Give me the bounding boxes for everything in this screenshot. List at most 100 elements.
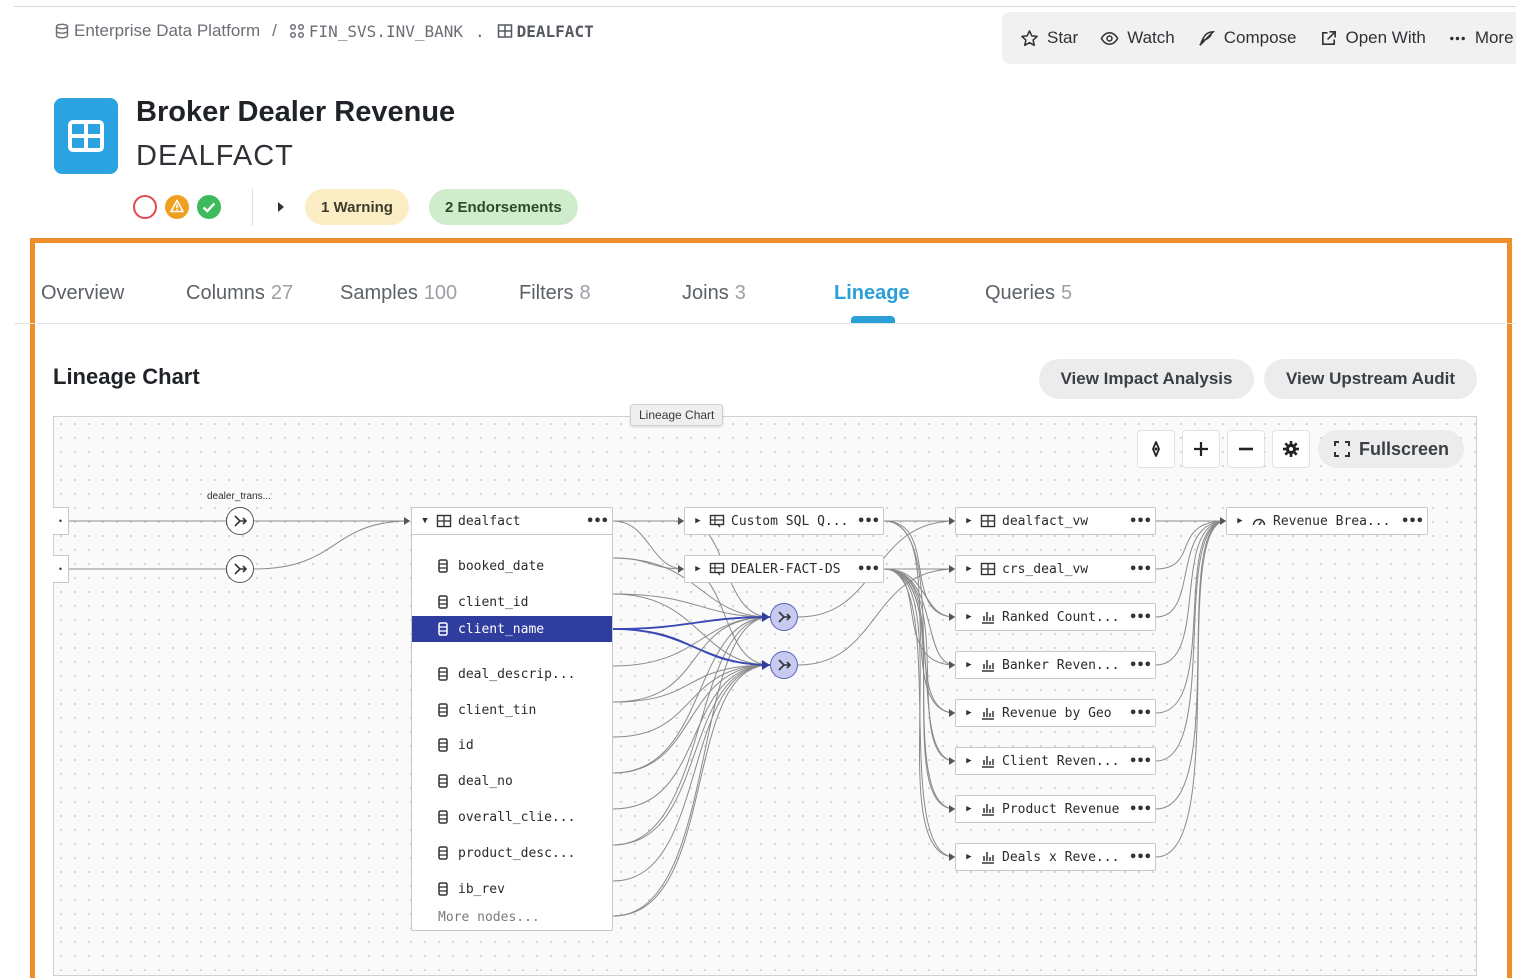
tab-joins[interactable]: Joins 3 bbox=[682, 282, 746, 305]
highlighted-transform-node[interactable] bbox=[770, 603, 798, 631]
node-menu-icon[interactable]: ••• bbox=[1125, 514, 1155, 529]
node-menu-icon[interactable]: ••• bbox=[1125, 706, 1155, 721]
tab-lineage[interactable]: Lineage bbox=[834, 282, 910, 305]
caret-right-icon[interactable]: ▶ bbox=[962, 708, 976, 718]
tab-columns[interactable]: Columns 27 bbox=[186, 282, 293, 305]
zoom-in-button[interactable] bbox=[1182, 430, 1220, 468]
upstream-node-stub[interactable]: • bbox=[53, 555, 69, 583]
column-row[interactable]: ib_rev bbox=[412, 876, 612, 902]
downstream-chart-node[interactable]: ▶ Ranked Count... ••• bbox=[955, 603, 1156, 631]
tab-samples[interactable]: Samples 100 bbox=[340, 282, 457, 305]
active-tab-indicator bbox=[851, 316, 895, 323]
node-label: crs_deal_vw bbox=[1002, 561, 1089, 577]
column-row[interactable]: client_tin bbox=[412, 697, 612, 723]
page-title: Broker Dealer Revenue bbox=[136, 96, 456, 128]
node-menu-icon[interactable]: ••• bbox=[853, 562, 883, 577]
node-menu-icon[interactable]: ••• bbox=[1125, 658, 1155, 673]
breadcrumb-schema[interactable]: FIN_SVS.INV_BANK bbox=[289, 22, 463, 41]
datasource-icon bbox=[709, 562, 725, 576]
node-menu-icon[interactable]: ••• bbox=[853, 514, 883, 529]
caret-right-icon[interactable]: ▶ bbox=[962, 660, 976, 670]
downstream-chart-node[interactable]: ▶ Banker Reven... ••• bbox=[955, 651, 1156, 679]
warning-status-icon[interactable] bbox=[164, 194, 190, 220]
dealfact-node[interactable]: ▼ dealfact ••• bbox=[411, 507, 613, 535]
endorsements-pill[interactable]: 2 Endorsements bbox=[428, 189, 578, 225]
caret-down-icon[interactable]: ▼ bbox=[418, 516, 432, 526]
more-button[interactable]: More bbox=[1448, 28, 1514, 48]
column-row[interactable]: booked_date bbox=[412, 553, 612, 579]
fullscreen-button[interactable]: Fullscreen bbox=[1318, 430, 1464, 468]
dashboard-node[interactable]: ▶ Revenue Brea... ••• bbox=[1226, 507, 1428, 535]
downstream-chart-node[interactable]: ▶ Revenue by Geo ••• bbox=[955, 699, 1156, 727]
tab-overview[interactable]: Overview bbox=[41, 282, 124, 305]
column-icon bbox=[438, 559, 448, 573]
transform-node[interactable] bbox=[226, 507, 254, 535]
node-menu-icon[interactable]: ••• bbox=[582, 514, 612, 529]
downstream-view-node[interactable]: ▶ dealfact_vw ••• bbox=[955, 507, 1156, 535]
node-menu-icon[interactable]: ••• bbox=[1125, 802, 1155, 817]
watch-button[interactable]: Watch bbox=[1100, 28, 1175, 48]
fullscreen-label: Fullscreen bbox=[1358, 438, 1450, 459]
upstream-node-stub[interactable]: • bbox=[53, 507, 69, 535]
tab-queries[interactable]: Queries 5 bbox=[985, 282, 1072, 305]
settings-button[interactable] bbox=[1272, 430, 1310, 468]
check-status-icon[interactable] bbox=[196, 194, 222, 220]
downstream-chart-node[interactable]: ▶ Deals x Reve... ••• bbox=[955, 843, 1156, 871]
open-with-button[interactable]: Open With bbox=[1319, 28, 1426, 48]
more-nodes-link[interactable]: More nodes... bbox=[412, 904, 612, 930]
crosshair-icon bbox=[1152, 441, 1160, 457]
column-label: deal_no bbox=[458, 773, 513, 789]
column-label: booked_date bbox=[458, 558, 545, 574]
caret-right-icon[interactable] bbox=[275, 200, 287, 214]
column-row[interactable]: overall_clie... bbox=[412, 804, 612, 830]
highlighted-transform-node[interactable] bbox=[770, 651, 798, 679]
column-label: product_desc... bbox=[458, 845, 576, 861]
compose-button[interactable]: Compose bbox=[1197, 28, 1297, 48]
tab-filters[interactable]: Filters 8 bbox=[519, 282, 591, 305]
star-button[interactable]: Star bbox=[1020, 28, 1078, 48]
column-row[interactable]: id bbox=[412, 732, 612, 758]
zoom-out-button[interactable] bbox=[1227, 430, 1265, 468]
caret-right-icon[interactable]: ▶ bbox=[962, 852, 976, 862]
node-label: Banker Reven... bbox=[1002, 657, 1120, 673]
column-label: client_id bbox=[458, 594, 529, 610]
node-menu-icon[interactable]: ••• bbox=[1125, 754, 1155, 769]
column-row-selected[interactable]: client_name bbox=[412, 616, 612, 642]
column-row[interactable]: product_desc... bbox=[412, 840, 612, 866]
caret-right-icon[interactable]: ▶ bbox=[962, 804, 976, 814]
column-label: deal_descrip... bbox=[458, 666, 576, 682]
downstream-view-node[interactable]: ▶ crs_deal_vw ••• bbox=[955, 555, 1156, 583]
recenter-button[interactable] bbox=[1137, 430, 1175, 468]
downstream-chart-node[interactable]: ▶ Client Reven... ••• bbox=[955, 747, 1156, 775]
caret-right-icon[interactable]: ▶ bbox=[962, 756, 976, 766]
node-menu-icon[interactable]: ••• bbox=[1125, 610, 1155, 625]
caret-right-icon[interactable]: ▶ bbox=[962, 564, 976, 574]
caret-right-icon[interactable]: ▶ bbox=[962, 612, 976, 622]
warning-pill[interactable]: 1 Warning bbox=[305, 189, 409, 225]
error-status-icon[interactable] bbox=[132, 194, 158, 220]
view-impact-analysis-button[interactable]: View Impact Analysis bbox=[1039, 359, 1254, 399]
bar-chart-icon bbox=[982, 612, 994, 624]
breadcrumb-table[interactable]: DEALFACT bbox=[497, 22, 594, 41]
tab-count: 5 bbox=[1061, 282, 1073, 304]
downstream-chart-node[interactable]: ▶ Product Revenue ••• bbox=[955, 795, 1156, 823]
breadcrumb-schema-label: FIN_SVS.INV_BANK bbox=[308, 21, 463, 41]
caret-right-icon[interactable]: ▶ bbox=[691, 516, 705, 526]
datasource-node[interactable]: ▶ Custom SQL Q... ••• bbox=[684, 507, 884, 535]
node-menu-icon[interactable]: ••• bbox=[1125, 850, 1155, 865]
node-menu-icon[interactable]: ••• bbox=[1397, 514, 1427, 529]
column-row[interactable]: deal_descrip... bbox=[412, 661, 612, 687]
tab-count: 8 bbox=[579, 282, 591, 304]
caret-right-icon[interactable]: ▶ bbox=[962, 516, 976, 526]
breadcrumb-platform[interactable]: Enterprise Data Platform bbox=[54, 21, 260, 41]
bar-chart-icon bbox=[982, 852, 994, 864]
bar-chart-icon bbox=[982, 804, 994, 816]
column-row[interactable]: client_id bbox=[412, 589, 612, 615]
caret-right-icon[interactable]: ▶ bbox=[1233, 516, 1247, 526]
node-menu-icon[interactable]: ••• bbox=[1125, 562, 1155, 577]
view-upstream-audit-button[interactable]: View Upstream Audit bbox=[1264, 359, 1477, 399]
column-row[interactable]: deal_no bbox=[412, 768, 612, 794]
transform-node[interactable] bbox=[226, 555, 254, 583]
caret-right-icon[interactable]: ▶ bbox=[691, 564, 705, 574]
datasource-node[interactable]: ▶ DEALER-FACT-DS ••• bbox=[684, 555, 884, 583]
